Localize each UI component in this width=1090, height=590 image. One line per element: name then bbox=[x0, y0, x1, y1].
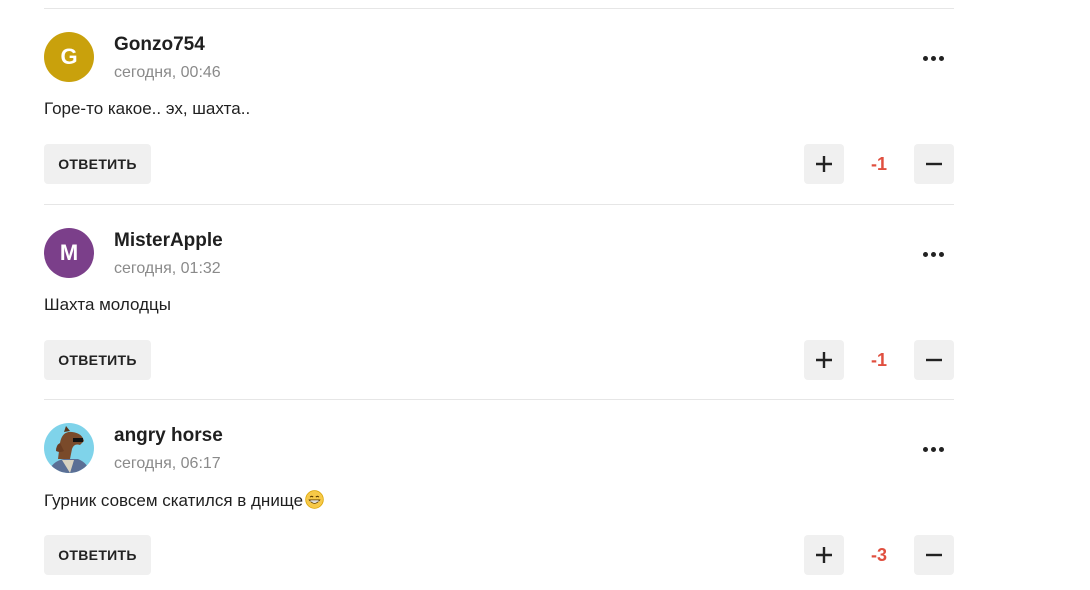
comment-time: сегодня, 06:17 bbox=[114, 455, 221, 472]
comment-score: -1 bbox=[870, 153, 887, 174]
minus-icon bbox=[926, 553, 942, 557]
more-options-icon[interactable] bbox=[910, 47, 956, 69]
plus-icon bbox=[816, 547, 832, 563]
grinning-face-emoji-icon bbox=[305, 490, 324, 509]
upvote-button[interactable] bbox=[804, 144, 844, 184]
comment-text: Гурник совсем скатился в днище bbox=[44, 491, 304, 510]
reply-button[interactable]: ОТВЕТИТЬ bbox=[44, 144, 151, 184]
downvote-button[interactable] bbox=[914, 144, 954, 184]
more-options-icon[interactable] bbox=[910, 438, 956, 460]
comment-text-container: Гурник совсем скатился в днище bbox=[44, 490, 324, 511]
comment-item: M MisterApple сегодня, 01:32 Шахта молод… bbox=[44, 205, 954, 395]
comments-feed: G Gonzo754 сегодня, 00:46 Горе-то какое.… bbox=[0, 0, 1090, 588]
horse-avatar-icon bbox=[48, 426, 90, 473]
comment-score: -3 bbox=[870, 544, 887, 565]
plus-icon bbox=[816, 156, 832, 172]
comment-time: сегодня, 00:46 bbox=[114, 64, 221, 81]
reply-button[interactable]: ОТВЕТИТЬ bbox=[44, 535, 151, 575]
comment-score: -1 bbox=[870, 349, 887, 370]
comment-author[interactable]: angry horse bbox=[114, 425, 223, 447]
avatar[interactable] bbox=[44, 423, 94, 473]
upvote-button[interactable] bbox=[804, 535, 844, 575]
minus-icon bbox=[926, 358, 942, 362]
more-options-icon[interactable] bbox=[910, 243, 956, 265]
comment-text: Шахта молодцы bbox=[44, 295, 171, 314]
avatar[interactable]: G bbox=[44, 32, 94, 82]
avatar[interactable]: M bbox=[44, 228, 94, 278]
comment-time: сегодня, 01:32 bbox=[114, 260, 221, 277]
reply-button[interactable]: ОТВЕТИТЬ bbox=[44, 340, 151, 380]
plus-icon bbox=[816, 352, 832, 368]
upvote-button[interactable] bbox=[804, 340, 844, 380]
comment-author[interactable]: Gonzo754 bbox=[114, 34, 205, 56]
downvote-button[interactable] bbox=[914, 535, 954, 575]
comment-item: angry horse сегодня, 06:17 Гурник совсем… bbox=[44, 400, 954, 590]
minus-icon bbox=[926, 162, 942, 166]
comment-text: Горе-то какое.. эх, шахта.. bbox=[44, 99, 251, 118]
downvote-button[interactable] bbox=[914, 340, 954, 380]
comment-item: G Gonzo754 сегодня, 00:46 Горе-то какое.… bbox=[44, 9, 954, 199]
comment-author[interactable]: MisterApple bbox=[114, 230, 223, 252]
